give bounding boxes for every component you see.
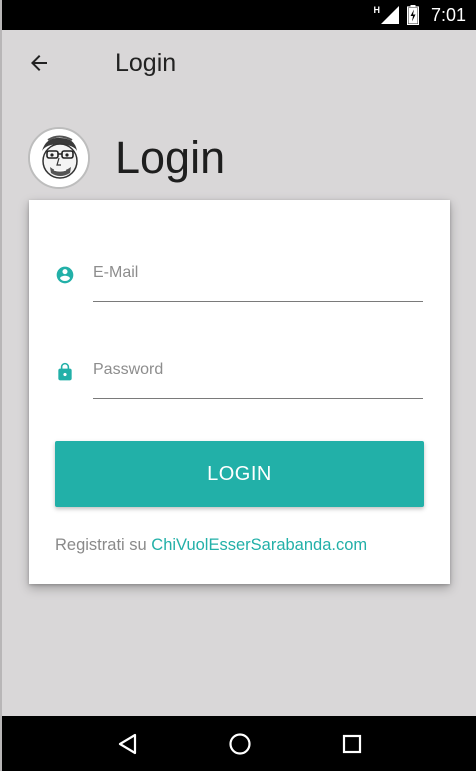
screen: H 7:01 Login Login E-Mail LOGIN Registra…: [0, 0, 476, 771]
email-field: [55, 252, 424, 302]
email-input-wrap: [93, 252, 423, 302]
app-bar-title: Login: [115, 48, 177, 77]
clock: 7:01: [430, 4, 466, 25]
navigation-bar: [2, 716, 476, 771]
arrow-left-icon: [31, 55, 47, 71]
network-type-label: H: [373, 5, 380, 15]
password-input-wrap: [93, 349, 423, 399]
nav-home-button[interactable]: [226, 730, 254, 758]
app-bar: Login: [2, 30, 476, 96]
login-card: LOGIN Registrati su ChiVuolEsserSaraband…: [29, 200, 450, 584]
account-circle-icon: [56, 266, 74, 284]
battery-icon: [406, 5, 419, 25]
register-text: Registrati su ChiVuolEsserSarabanda.com: [55, 536, 367, 555]
nav-back-button[interactable]: [114, 730, 142, 758]
home-circle-icon: [229, 732, 251, 755]
register-link[interactable]: ChiVuolEsserSarabanda.com: [151, 536, 367, 554]
register-prefix: Registrati su: [55, 536, 152, 554]
caricature-avatar: [30, 129, 88, 187]
lock-icon: [58, 362, 72, 381]
email-input[interactable]: [93, 252, 423, 290]
password-field: [55, 349, 424, 399]
login-button[interactable]: LOGIN: [55, 441, 424, 507]
nav-recents-button[interactable]: [338, 730, 366, 758]
page-header: Login: [28, 127, 225, 189]
back-triangle-icon: [118, 733, 137, 754]
password-input[interactable]: [93, 349, 423, 387]
page-title: Login: [115, 132, 226, 183]
signal-indicator: H: [373, 6, 399, 24]
avatar: [28, 127, 90, 189]
signal-icon: [380, 6, 399, 24]
back-button[interactable]: [25, 49, 53, 77]
recents-square-icon: [342, 734, 362, 753]
status-bar: H 7:01: [2, 0, 476, 30]
